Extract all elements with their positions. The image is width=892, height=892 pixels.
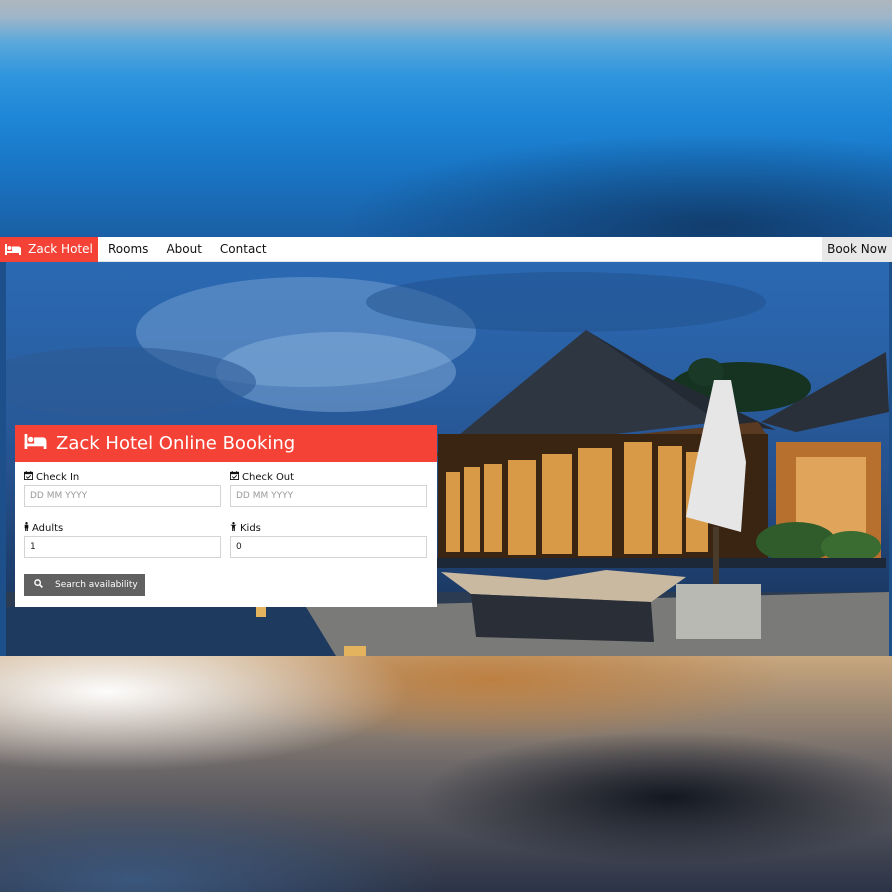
calendar-check-icon bbox=[230, 471, 239, 483]
child-icon bbox=[230, 522, 237, 534]
nav-link-contact[interactable]: Contact bbox=[211, 242, 276, 256]
navbar: Zack Hotel Rooms About Contact Book Now bbox=[0, 236, 892, 262]
male-icon bbox=[24, 522, 29, 534]
blurred-backdrop-bottom bbox=[0, 656, 892, 892]
search-availability-button[interactable]: Search availability bbox=[24, 574, 145, 596]
nav-link-about[interactable]: About bbox=[157, 242, 210, 256]
bed-icon bbox=[5, 243, 22, 255]
search-icon bbox=[34, 579, 43, 591]
booking-title: Zack Hotel Online Booking bbox=[56, 433, 296, 454]
kids-input[interactable] bbox=[230, 536, 427, 558]
check-in-label: Check In bbox=[24, 471, 79, 483]
brand-label: Zack Hotel bbox=[28, 242, 93, 256]
search-button-label: Search availability bbox=[55, 580, 138, 590]
kids-label: Kids bbox=[230, 522, 261, 534]
check-out-input[interactable] bbox=[230, 485, 427, 507]
brand-link[interactable]: Zack Hotel bbox=[0, 236, 98, 262]
check-out-label: Check Out bbox=[230, 471, 294, 483]
check-in-input[interactable] bbox=[24, 485, 221, 507]
nav-link-rooms[interactable]: Rooms bbox=[99, 242, 157, 256]
calendar-check-icon bbox=[24, 471, 33, 483]
booking-card: Zack Hotel Online Booking Check In DD MM… bbox=[15, 425, 437, 607]
blurred-backdrop-top bbox=[0, 0, 892, 237]
adults-label: Adults bbox=[24, 522, 63, 534]
adults-input[interactable] bbox=[24, 536, 221, 558]
booking-form: Check In Check Out bbox=[15, 462, 437, 607]
bed-icon bbox=[24, 433, 47, 454]
booking-card-header: Zack Hotel Online Booking bbox=[15, 425, 437, 462]
book-now-button[interactable]: Book Now bbox=[822, 236, 892, 262]
